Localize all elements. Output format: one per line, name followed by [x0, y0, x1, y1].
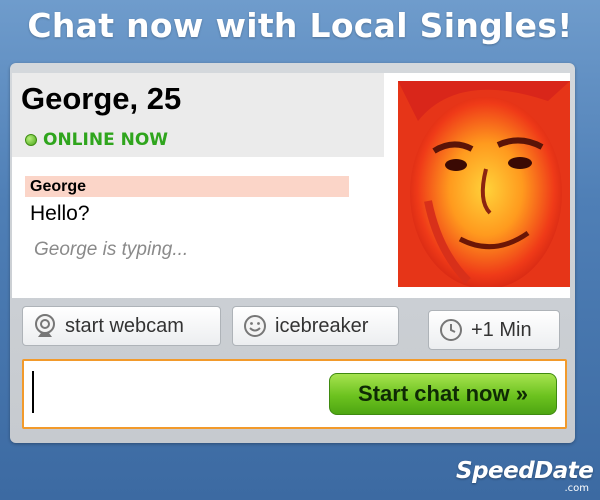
- chat-input-row: Start chat now »: [22, 359, 567, 429]
- add-minute-button[interactable]: +1 Min: [428, 310, 560, 350]
- profile-header: George, 25 ONLINE NOW: [12, 73, 384, 157]
- smiley-icon: [243, 314, 267, 338]
- start-webcam-button[interactable]: start webcam: [22, 306, 221, 346]
- icebreaker-button[interactable]: icebreaker: [232, 306, 399, 346]
- start-chat-button[interactable]: Start chat now »: [329, 373, 557, 415]
- headline: Chat now with Local Singles!: [27, 6, 573, 45]
- status-dot-icon: [25, 134, 37, 146]
- online-status: ONLINE NOW: [25, 130, 168, 150]
- chat-message-input[interactable]: [32, 371, 330, 413]
- message-text: Hello?: [30, 202, 90, 225]
- status-label: ONLINE NOW: [43, 130, 169, 150]
- profile-photo-image: [398, 81, 570, 287]
- chat-panel: George, 25 ONLINE NOW George Hello? Geor…: [10, 63, 575, 443]
- speeddate-logo[interactable]: SpeedDate .com: [456, 458, 594, 496]
- logo-text: SpeedDate: [456, 458, 594, 484]
- message-sender: George: [25, 176, 349, 197]
- profile-photo[interactable]: [398, 81, 570, 287]
- add-minute-label: +1 Min: [471, 318, 532, 341]
- webcam-icon: [33, 313, 57, 339]
- start-webcam-label: start webcam: [65, 314, 184, 337]
- icebreaker-label: icebreaker: [275, 314, 369, 337]
- profile-area: George, 25 ONLINE NOW George Hello? Geor…: [12, 73, 570, 298]
- profile-name: George, 25: [21, 81, 182, 116]
- typing-indicator: George is typing...: [34, 239, 189, 260]
- logo-domain: .com: [564, 483, 589, 494]
- clock-icon: [439, 318, 463, 342]
